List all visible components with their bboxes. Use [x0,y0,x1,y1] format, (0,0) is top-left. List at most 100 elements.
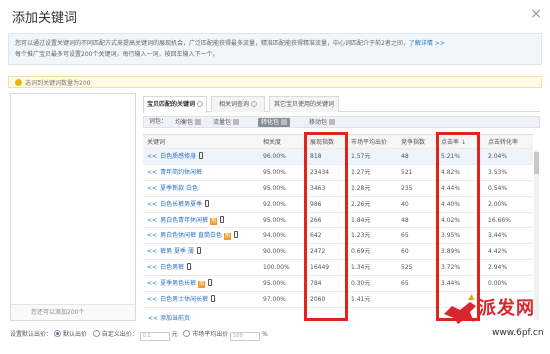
mobile-icon [211,295,216,303]
avg-bid-cell: 0.69元 [351,248,371,256]
avg-bid-cell: 1.84元 [351,216,371,224]
filter-conversion[interactable]: 转化包 [258,118,291,127]
ctr-cell: 4.02% [441,216,461,224]
add-keyword-icon[interactable]: << [147,217,157,224]
add-keyword-icon[interactable]: << [147,296,157,303]
ctr-cell: 4.40% [441,200,461,208]
avg-bid-cell: 2.26元 [351,200,371,208]
package-icon [329,119,336,125]
table-row[interactable]: << 夏季新款 白色 95.00% 3463 1.28元 235 4.44% 0.54% [143,181,533,197]
relevance-cell: 96.00% [263,153,286,160]
tab-other-items-keywords[interactable]: 其它宝贝使用的关键词 [269,96,339,112]
learn-more-link[interactable]: 了解详情 >> [409,40,445,47]
keyword-input-panel[interactable]: 您还可以添加200个 [10,93,136,321]
table-row[interactable]: << 白色质感修身 96.00% 818 1.57元 48 5.21% 2.04% [143,149,533,165]
add-current-page-link[interactable]: << 添加当前页 [148,313,190,322]
col-relevance[interactable]: 相关度 [263,135,303,150]
add-link-label: 添加当前页 [159,315,190,322]
keyword-text: 夏季男色长裤 [160,280,197,288]
warning-text: 选词到关键词数量为200 [25,80,91,87]
col-avg-bid[interactable]: 市场平均出价 [351,135,391,150]
tab-matched-keywords[interactable]: 宝贝匹配的关键词 [143,96,207,113]
watermark-site: www.6pf.cn [492,328,544,338]
table-row[interactable]: << 青年简约休闲裤 95.00% 23434 1.27元 521 4.82% 3.53% [143,165,533,181]
mobile-icon [199,152,204,159]
keyword-text: 白色男裤 [160,264,185,272]
impression-cell: 23434 [310,168,330,176]
relevance-cell: 97.00% [263,296,286,304]
notice-text: 您可以通过设置关键词的不同匹配方式来提高关键词的展现机会，广泛匹配能获得最多流量… [15,40,409,47]
competition-cell: 521 [401,168,413,176]
bull-logo-icon [444,294,476,324]
avg-bid-cell: 1.28元 [351,184,371,192]
col-impression-index[interactable]: 展现指数 [310,135,346,150]
add-keyword-icon[interactable]: << [147,264,157,271]
table-row[interactable]: << 男白色青年休闲裤热 95.00% 266 1.84元 48 4.02% 16.66% [143,213,533,229]
conversion-cell: 3.53% [488,168,508,176]
close-icon[interactable]: × [530,6,542,22]
mobile-icon [208,279,213,287]
conversion-cell: 0.54% [488,184,508,192]
add-keyword-icon[interactable]: << [147,169,157,176]
avg-bid-cell: 1.23元 [351,232,371,240]
ctr-cell: 4.82% [441,168,461,176]
add-keyword-icon[interactable]: << [147,185,157,192]
mobile-icon [205,199,210,207]
keyword-text: 男白色青年休闲裤 [160,216,209,224]
add-keyword-icon[interactable]: << [147,248,157,255]
radio-custom-bid[interactable] [92,330,100,337]
hot-tag-icon: 热 [223,233,231,241]
notice-text-line2: 每个推广宝贝最多可设置200个关键词，每行输入一词，按回车输入下一个。 [15,51,219,58]
radio-default-bid[interactable] [53,330,61,337]
filter-balanced[interactable]: 均衡包 [172,118,204,127]
impression-cell: 16449 [310,264,330,272]
watermark-brand: 派发网 [478,298,535,319]
conversion-cell: 2.04% [488,153,508,160]
avg-bid-cell: 1.27元 [351,168,371,176]
table-row[interactable]: << 白色男裤 100.00% 16449 1.34元 525 3.72% 2.94% [143,260,533,277]
ctr-cell: 3.72% [441,264,461,272]
filter-traffic[interactable]: 流量包 [210,118,242,127]
table-row[interactable]: << 裤男 夏季 薄 90.00% 2472 0.69元 60 3.89% 4.42% [143,244,533,261]
ctr-cell: 4.44% [441,184,461,192]
relevance-cell: 95.00% [263,168,286,176]
package-icon [195,119,202,125]
add-keyword-icon[interactable]: << [147,201,157,208]
table-row[interactable]: << 白色长裤男夏季 92.00% 986 2.26元 40 4.40% 2.00% [143,197,533,213]
tab-related-query[interactable]: 相关词查询 [211,96,265,112]
tab-bar: 宝贝匹配的关键词 相关词查询 其它宝贝使用的关键词 [143,96,540,113]
table-row[interactable]: << 男白色休闲裤 直筒白色热 94.00% 642 1.23元 65 3.95% 3.44% [143,228,533,245]
unit-label: 元 [171,331,178,338]
add-keyword-icon[interactable]: << [147,280,157,287]
market-percent-input[interactable]: 100 [230,332,261,341]
help-icon [197,101,203,107]
radio-label: 默认出价 [62,331,87,338]
mobile-icon [234,231,238,239]
tab-label: 宝贝匹配的关键词 [146,101,195,108]
impression-cell: 3463 [310,184,326,192]
radio-market-avg[interactable] [183,330,191,337]
avg-bid-cell: 1.41元 [351,296,371,304]
impression-cell: 784 [310,280,322,288]
add-keyword-icon[interactable]: << [147,232,157,239]
col-conversion[interactable]: 点击转化率 [488,135,530,150]
competition-cell: 235 [401,184,413,192]
competition-cell: 40 [401,200,409,208]
help-icon [251,101,257,107]
scroll-thumb[interactable] [534,152,539,174]
filter-mobile[interactable]: 移动包 [306,118,338,127]
conversion-cell: 16.66% [488,216,511,224]
package-icon [233,119,240,125]
tab-label: 相关词查询 [218,101,249,108]
competition-cell: 60 [401,248,409,256]
hot-tag-icon: 热 [198,281,206,289]
add-keyword-icon[interactable]: << [147,153,157,160]
custom-bid-input[interactable]: 0.1 [139,332,170,341]
filter-label: 均衡包 [175,119,194,126]
keyword-text: 裤男 夏季 薄 [160,248,194,256]
competition-cell: 65 [401,280,409,288]
col-ctr[interactable]: 点击率 ↓ [441,135,483,150]
col-competition[interactable]: 竞争指数 [401,135,443,150]
filter-prefix: 词包： [149,118,168,125]
mobile-icon [187,263,192,271]
